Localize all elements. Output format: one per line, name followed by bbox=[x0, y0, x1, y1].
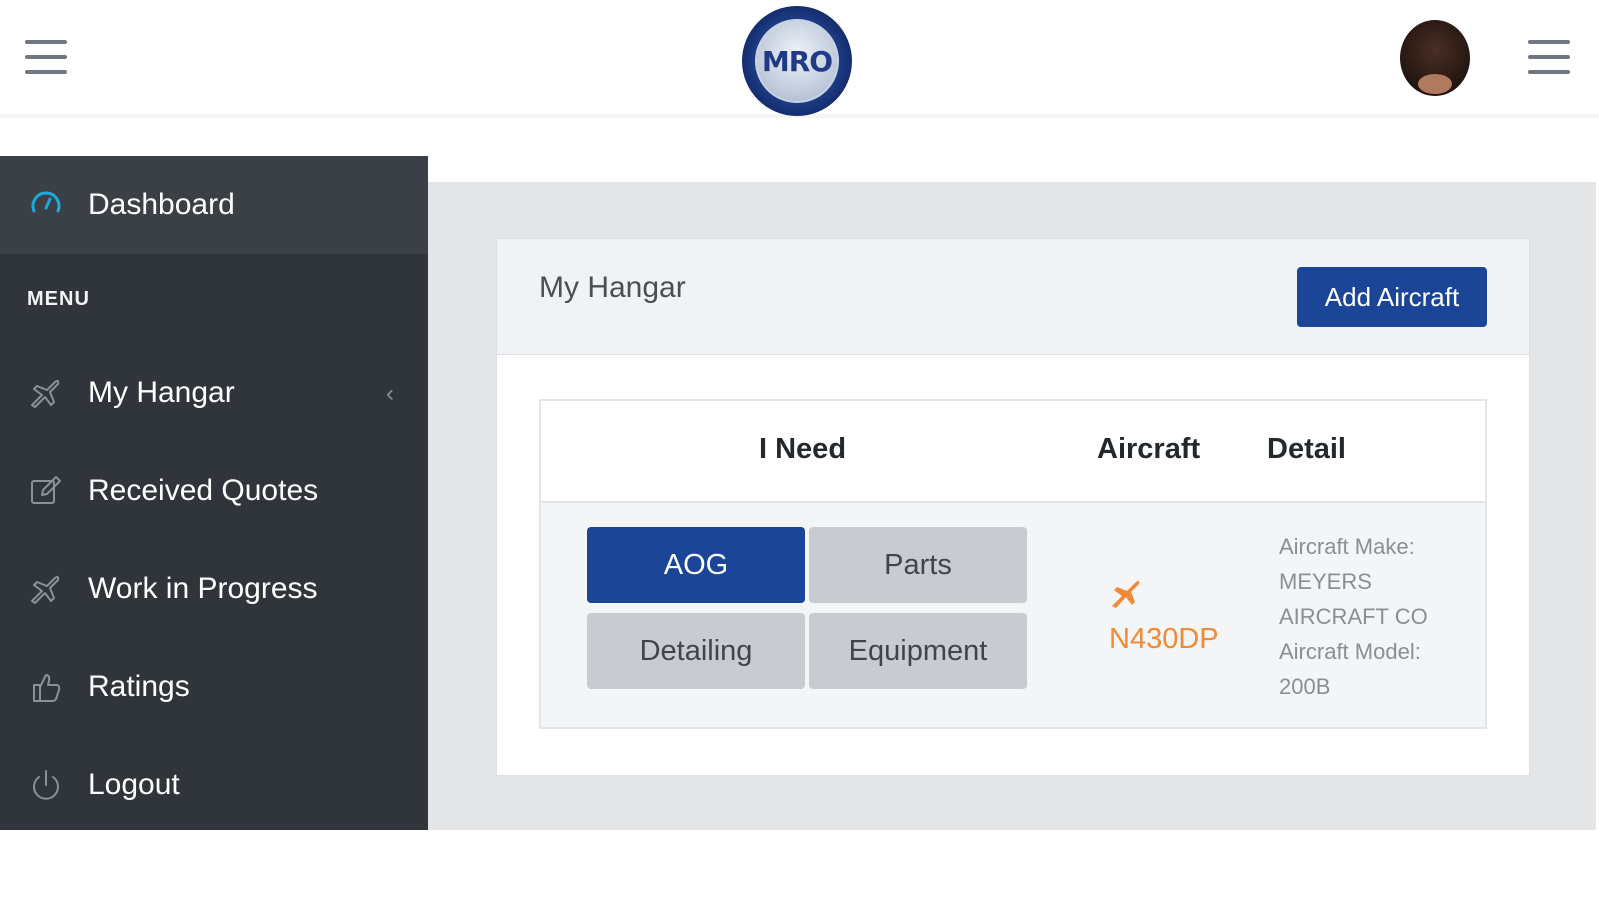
user-avatar[interactable] bbox=[1400, 20, 1470, 96]
detail-line: Aircraft Make: bbox=[1279, 534, 1415, 559]
column-header-need: I Need bbox=[759, 433, 847, 465]
plane-icon bbox=[1109, 575, 1145, 611]
column-header-detail: Detail bbox=[1267, 433, 1346, 465]
sidebar-item-label: Work in Progress bbox=[88, 572, 318, 605]
sidebar-item-dashboard[interactable]: Dashboard bbox=[0, 156, 428, 254]
logo-emblem: MRO bbox=[755, 19, 839, 103]
need-detailing-button[interactable]: Detailing bbox=[587, 613, 805, 689]
sidebar: Dashboard MENU My Hangar ‹ Received Quot… bbox=[0, 156, 428, 830]
main-content: My Hangar Add Aircraft I Need Aircraft D… bbox=[428, 182, 1596, 830]
chevron-left-icon[interactable]: ‹ bbox=[386, 380, 394, 408]
detail-line: 200B bbox=[1279, 674, 1331, 699]
sidebar-item-ratings[interactable]: Ratings bbox=[0, 638, 428, 736]
sidebar-item-my-hangar[interactable]: My Hangar ‹ bbox=[0, 344, 428, 442]
sidebar-item-received-quotes[interactable]: Received Quotes bbox=[0, 442, 428, 540]
sidebar-item-label: Received Quotes bbox=[88, 474, 319, 507]
aircraft-detail: Aircraft Make: MEYERS AIRCRAFT CO Aircra… bbox=[1279, 529, 1479, 704]
power-icon bbox=[28, 767, 64, 803]
speedometer-icon bbox=[28, 187, 64, 223]
need-aog-button[interactable]: AOG bbox=[587, 527, 805, 603]
detail-line: MEYERS bbox=[1279, 569, 1372, 594]
sidebar-item-logout[interactable]: Logout bbox=[0, 736, 428, 834]
sidebar-item-label: Ratings bbox=[88, 670, 190, 703]
sidebar-heading: MENU bbox=[27, 288, 90, 310]
card-header: My Hangar Add Aircraft bbox=[497, 239, 1529, 355]
edit-icon bbox=[28, 473, 64, 509]
logo-text: MRO bbox=[761, 44, 833, 78]
table-row: AOG Parts Detailing Equipment N430DP Air… bbox=[541, 503, 1485, 727]
detail-line: AIRCRAFT CO bbox=[1279, 604, 1428, 629]
aircraft-registration-link[interactable]: N430DP bbox=[1109, 623, 1219, 656]
sidebar-item-label: Logout bbox=[88, 768, 180, 801]
need-equipment-button[interactable]: Equipment bbox=[809, 613, 1027, 689]
mro-logo[interactable]: MRO bbox=[742, 6, 852, 116]
need-parts-button[interactable]: Parts bbox=[809, 527, 1027, 603]
plane-icon bbox=[28, 571, 64, 607]
page-bottom bbox=[0, 830, 1599, 900]
detail-line: Aircraft Model: bbox=[1279, 639, 1421, 664]
sidebar-item-label: Dashboard bbox=[88, 188, 235, 221]
hamburger-menu-icon[interactable] bbox=[25, 40, 67, 74]
hamburger-menu-icon[interactable] bbox=[1528, 40, 1570, 74]
card-title: My Hangar bbox=[539, 271, 686, 304]
thumbs-up-icon bbox=[28, 669, 64, 705]
table-header: I Need Aircraft Detail bbox=[541, 401, 1485, 503]
hangar-card: My Hangar Add Aircraft I Need Aircraft D… bbox=[496, 238, 1530, 776]
column-header-aircraft: Aircraft bbox=[1097, 433, 1201, 465]
hangar-table: I Need Aircraft Detail AOG Parts Detaili… bbox=[539, 399, 1487, 729]
top-navbar: MRO bbox=[0, 0, 1599, 118]
add-aircraft-button[interactable]: Add Aircraft bbox=[1297, 267, 1487, 327]
sidebar-item-label: My Hangar bbox=[88, 376, 235, 409]
plane-icon bbox=[28, 375, 64, 411]
sidebar-item-work-in-progress[interactable]: Work in Progress bbox=[0, 540, 428, 638]
